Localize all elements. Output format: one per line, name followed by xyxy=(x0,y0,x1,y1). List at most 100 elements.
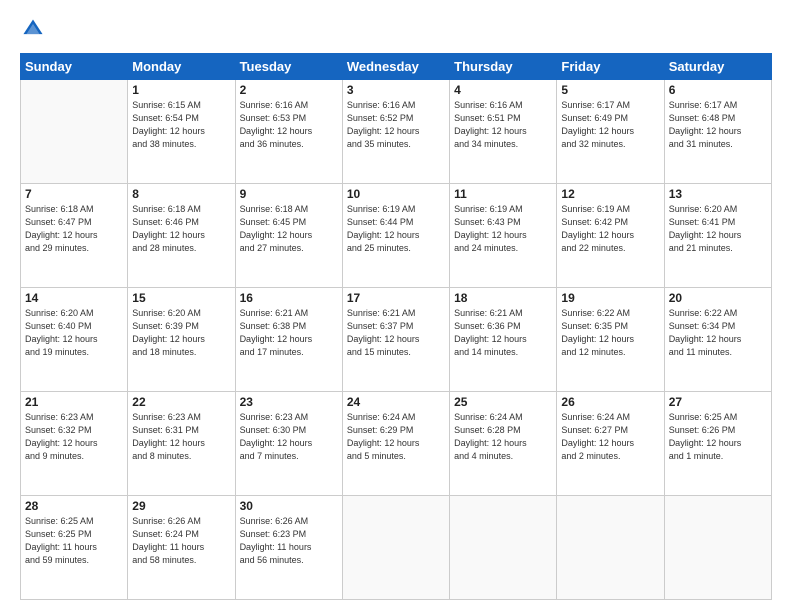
day-info: Sunrise: 6:19 AM Sunset: 6:43 PM Dayligh… xyxy=(454,203,552,255)
day-cell: 25 Sunrise: 6:24 AM Sunset: 6:28 PM Dayli… xyxy=(450,392,557,496)
weekday-header-tuesday: Tuesday xyxy=(235,54,342,80)
day-info: Sunrise: 6:22 AM Sunset: 6:34 PM Dayligh… xyxy=(669,307,767,359)
weekday-header-wednesday: Wednesday xyxy=(342,54,449,80)
day-number: 22 xyxy=(132,395,230,409)
day-number: 7 xyxy=(25,187,123,201)
day-info: Sunrise: 6:23 AM Sunset: 6:31 PM Dayligh… xyxy=(132,411,230,463)
day-cell: 1 Sunrise: 6:15 AM Sunset: 6:54 PM Daylig… xyxy=(128,80,235,184)
day-cell: 23Sunrise: 6:23 AM Sunset: 6:30 PM Dayli… xyxy=(235,392,342,496)
day-cell: 6Sunrise: 6:17 AM Sunset: 6:48 PM Daylig… xyxy=(664,80,771,184)
day-number: 21 xyxy=(25,395,123,409)
day-cell: 4 Sunrise: 6:16 AM Sunset: 6:51 PM Daylig… xyxy=(450,80,557,184)
day-cell: 19 Sunrise: 6:22 AM Sunset: 6:35 PM Dayli… xyxy=(557,288,664,392)
day-info: Sunrise: 6:18 AM Sunset: 6:45 PM Dayligh… xyxy=(240,203,338,255)
day-info: Sunrise: 6:23 AM Sunset: 6:30 PM Dayligh… xyxy=(240,411,338,463)
day-info: Sunrise: 6:20 AM Sunset: 6:40 PM Dayligh… xyxy=(25,307,123,359)
week-row-5: 28 Sunrise: 6:25 AM Sunset: 6:25 PM Dayli… xyxy=(21,496,772,600)
day-cell: 20 Sunrise: 6:22 AM Sunset: 6:34 PM Dayli… xyxy=(664,288,771,392)
day-cell: 11 Sunrise: 6:19 AM Sunset: 6:43 PM Dayli… xyxy=(450,184,557,288)
day-number: 19 xyxy=(561,291,659,305)
calendar: SundayMondayTuesdayWednesdayThursdayFrid… xyxy=(20,53,772,600)
day-number: 5 xyxy=(561,83,659,97)
day-cell: 8 Sunrise: 6:18 AM Sunset: 6:46 PM Daylig… xyxy=(128,184,235,288)
week-row-1: 1 Sunrise: 6:15 AM Sunset: 6:54 PM Daylig… xyxy=(21,80,772,184)
day-number: 17 xyxy=(347,291,445,305)
day-cell xyxy=(342,496,449,600)
day-cell: 5 Sunrise: 6:17 AM Sunset: 6:49 PM Daylig… xyxy=(557,80,664,184)
day-cell: 10 Sunrise: 6:19 AM Sunset: 6:44 PM Dayli… xyxy=(342,184,449,288)
day-number: 10 xyxy=(347,187,445,201)
day-cell xyxy=(450,496,557,600)
day-number: 30 xyxy=(240,499,338,513)
weekday-header-saturday: Saturday xyxy=(664,54,771,80)
day-info: Sunrise: 6:24 AM Sunset: 6:28 PM Dayligh… xyxy=(454,411,552,463)
day-info: Sunrise: 6:21 AM Sunset: 6:36 PM Dayligh… xyxy=(454,307,552,359)
day-cell: 21 Sunrise: 6:23 AM Sunset: 6:32 PM Dayli… xyxy=(21,392,128,496)
day-cell: 7 Sunrise: 6:18 AM Sunset: 6:47 PM Daylig… xyxy=(21,184,128,288)
day-info: Sunrise: 6:25 AM Sunset: 6:26 PM Dayligh… xyxy=(669,411,767,463)
day-info: Sunrise: 6:18 AM Sunset: 6:46 PM Dayligh… xyxy=(132,203,230,255)
day-number: 20 xyxy=(669,291,767,305)
day-info: Sunrise: 6:17 AM Sunset: 6:48 PM Dayligh… xyxy=(669,99,767,151)
logo xyxy=(20,18,46,45)
day-number: 26 xyxy=(561,395,659,409)
day-cell: 17 Sunrise: 6:21 AM Sunset: 6:37 PM Dayli… xyxy=(342,288,449,392)
day-cell xyxy=(21,80,128,184)
day-cell: 16 Sunrise: 6:21 AM Sunset: 6:38 PM Dayli… xyxy=(235,288,342,392)
logo-icon xyxy=(22,18,44,40)
day-number: 25 xyxy=(454,395,552,409)
day-number: 12 xyxy=(561,187,659,201)
day-cell: 14 Sunrise: 6:20 AM Sunset: 6:40 PM Dayli… xyxy=(21,288,128,392)
day-number: 16 xyxy=(240,291,338,305)
day-number: 13 xyxy=(669,187,767,201)
day-number: 24 xyxy=(347,395,445,409)
day-info: Sunrise: 6:16 AM Sunset: 6:52 PM Dayligh… xyxy=(347,99,445,151)
week-row-2: 7 Sunrise: 6:18 AM Sunset: 6:47 PM Daylig… xyxy=(21,184,772,288)
day-number: 14 xyxy=(25,291,123,305)
day-number: 9 xyxy=(240,187,338,201)
day-cell: 22 Sunrise: 6:23 AM Sunset: 6:31 PM Dayli… xyxy=(128,392,235,496)
day-cell: 3Sunrise: 6:16 AM Sunset: 6:52 PM Daylig… xyxy=(342,80,449,184)
day-cell: 29 Sunrise: 6:26 AM Sunset: 6:24 PM Dayli… xyxy=(128,496,235,600)
day-cell: 24Sunrise: 6:24 AM Sunset: 6:29 PM Dayli… xyxy=(342,392,449,496)
day-number: 1 xyxy=(132,83,230,97)
week-row-4: 21 Sunrise: 6:23 AM Sunset: 6:32 PM Dayli… xyxy=(21,392,772,496)
weekday-header-row: SundayMondayTuesdayWednesdayThursdayFrid… xyxy=(21,54,772,80)
day-info: Sunrise: 6:19 AM Sunset: 6:42 PM Dayligh… xyxy=(561,203,659,255)
day-info: Sunrise: 6:22 AM Sunset: 6:35 PM Dayligh… xyxy=(561,307,659,359)
day-cell: 15Sunrise: 6:20 AM Sunset: 6:39 PM Dayli… xyxy=(128,288,235,392)
day-info: Sunrise: 6:20 AM Sunset: 6:41 PM Dayligh… xyxy=(669,203,767,255)
page: SundayMondayTuesdayWednesdayThursdayFrid… xyxy=(0,0,792,612)
day-info: Sunrise: 6:26 AM Sunset: 6:23 PM Dayligh… xyxy=(240,515,338,567)
day-number: 8 xyxy=(132,187,230,201)
day-cell: 18 Sunrise: 6:21 AM Sunset: 6:36 PM Dayli… xyxy=(450,288,557,392)
weekday-header-monday: Monday xyxy=(128,54,235,80)
day-info: Sunrise: 6:15 AM Sunset: 6:54 PM Dayligh… xyxy=(132,99,230,151)
day-info: Sunrise: 6:19 AM Sunset: 6:44 PM Dayligh… xyxy=(347,203,445,255)
day-cell: 27 Sunrise: 6:25 AM Sunset: 6:26 PM Dayli… xyxy=(664,392,771,496)
day-cell: 2Sunrise: 6:16 AM Sunset: 6:53 PM Daylig… xyxy=(235,80,342,184)
day-info: Sunrise: 6:26 AM Sunset: 6:24 PM Dayligh… xyxy=(132,515,230,567)
weekday-header-thursday: Thursday xyxy=(450,54,557,80)
day-number: 29 xyxy=(132,499,230,513)
day-info: Sunrise: 6:20 AM Sunset: 6:39 PM Dayligh… xyxy=(132,307,230,359)
day-info: Sunrise: 6:23 AM Sunset: 6:32 PM Dayligh… xyxy=(25,411,123,463)
day-info: Sunrise: 6:21 AM Sunset: 6:38 PM Dayligh… xyxy=(240,307,338,359)
day-number: 18 xyxy=(454,291,552,305)
header xyxy=(20,18,772,45)
day-number: 11 xyxy=(454,187,552,201)
day-cell: 12 Sunrise: 6:19 AM Sunset: 6:42 PM Dayli… xyxy=(557,184,664,288)
day-info: Sunrise: 6:21 AM Sunset: 6:37 PM Dayligh… xyxy=(347,307,445,359)
day-number: 27 xyxy=(669,395,767,409)
day-info: Sunrise: 6:17 AM Sunset: 6:49 PM Dayligh… xyxy=(561,99,659,151)
day-info: Sunrise: 6:24 AM Sunset: 6:27 PM Dayligh… xyxy=(561,411,659,463)
day-info: Sunrise: 6:16 AM Sunset: 6:51 PM Dayligh… xyxy=(454,99,552,151)
day-cell: 9 Sunrise: 6:18 AM Sunset: 6:45 PM Daylig… xyxy=(235,184,342,288)
day-info: Sunrise: 6:25 AM Sunset: 6:25 PM Dayligh… xyxy=(25,515,123,567)
week-row-3: 14 Sunrise: 6:20 AM Sunset: 6:40 PM Dayli… xyxy=(21,288,772,392)
day-cell: 28 Sunrise: 6:25 AM Sunset: 6:25 PM Dayli… xyxy=(21,496,128,600)
day-info: Sunrise: 6:18 AM Sunset: 6:47 PM Dayligh… xyxy=(25,203,123,255)
day-number: 4 xyxy=(454,83,552,97)
day-number: 28 xyxy=(25,499,123,513)
day-cell xyxy=(557,496,664,600)
